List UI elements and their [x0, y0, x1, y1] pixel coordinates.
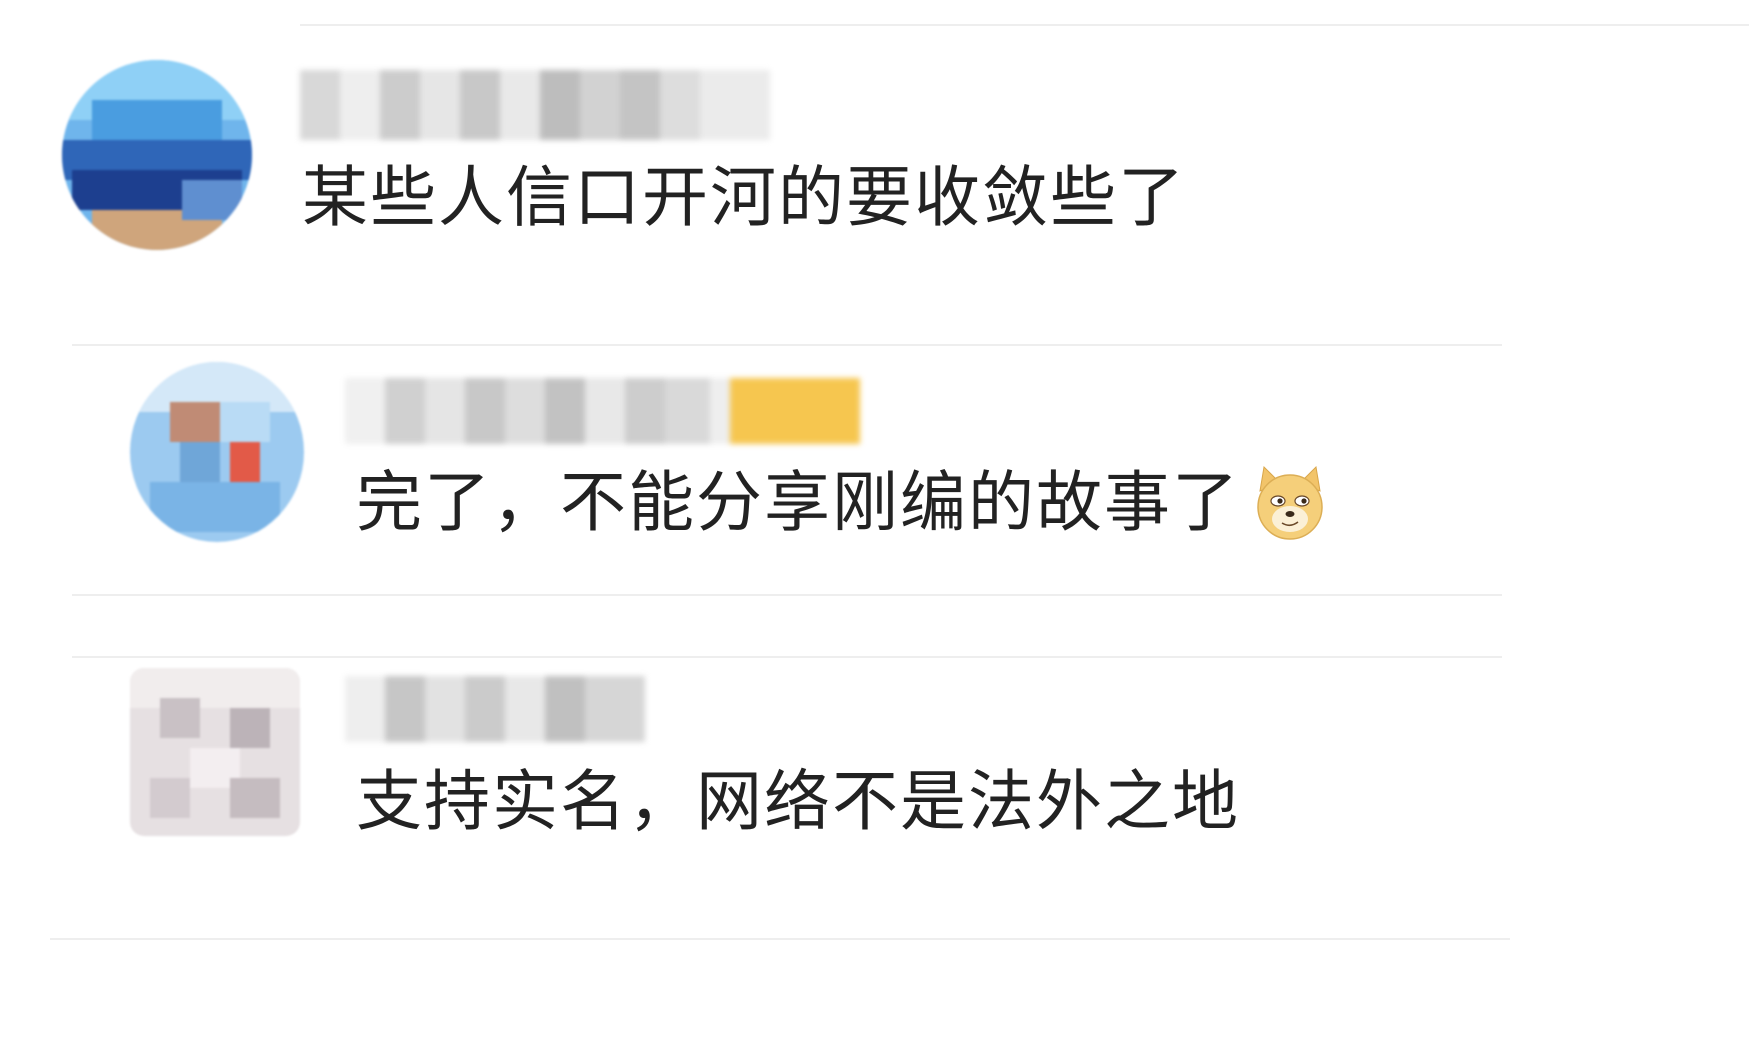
top-divider: [300, 24, 1749, 26]
doge-icon: [1257, 465, 1323, 540]
avatar[interactable]: [62, 60, 252, 250]
divider: [72, 594, 1502, 596]
divider: [72, 344, 1502, 346]
username-redacted[interactable]: [345, 378, 860, 444]
avatar[interactable]: [130, 668, 300, 836]
comment-text: 完了，不能分享刚编的故事了: [356, 463, 1330, 543]
comment-text-content: 完了，不能分享刚编的故事了: [356, 464, 1240, 541]
avatar[interactable]: [130, 362, 304, 542]
username-redacted[interactable]: [300, 70, 770, 140]
bottom-divider: [50, 938, 1510, 940]
divider: [72, 656, 1502, 658]
comment-text: 支持实名，网络不是法外之地: [356, 763, 1240, 840]
comment-text: 某些人信口开河的要收敛些了: [302, 159, 1186, 236]
username-redacted[interactable]: [345, 676, 645, 742]
